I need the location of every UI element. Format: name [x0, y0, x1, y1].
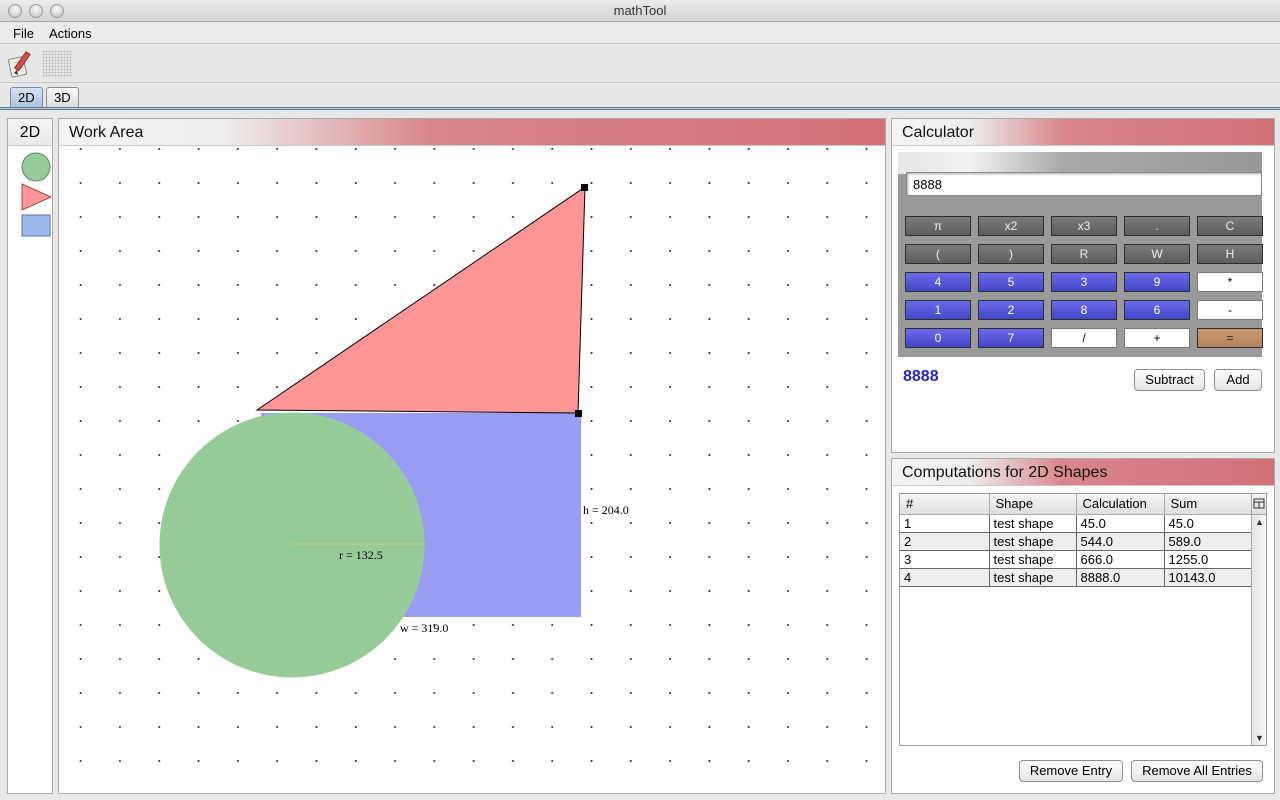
column-header-number[interactable]: # [900, 494, 990, 515]
rectangle-shape-icon[interactable] [21, 213, 53, 239]
column-header-calculation[interactable]: Calculation [1076, 494, 1165, 515]
triangle-shape-icon[interactable] [21, 182, 53, 212]
height-label: h = 204.0 [583, 503, 629, 517]
key-0-button[interactable]: 0 [905, 328, 971, 348]
cell-shape: test shape [989, 532, 1077, 551]
calculator-keypad-area: π x2 x3. C () RWH 4539 * 1286- 07 / + = [898, 152, 1263, 357]
key-4-button[interactable]: 4 [905, 272, 971, 292]
key-radius-button[interactable]: R [1051, 244, 1117, 264]
key-close-paren-button[interactable]: ) [978, 244, 1044, 264]
key-3-button[interactable]: 3 [1051, 272, 1117, 292]
menu-file[interactable]: File [13, 26, 34, 41]
key-multiply-button[interactable]: * [1197, 272, 1263, 292]
cell-shape: test shape [989, 550, 1077, 569]
key-8-button[interactable]: 8 [1051, 300, 1117, 320]
add-button[interactable]: Add [1214, 369, 1262, 391]
table-row[interactable]: 4 test shape 8888.0 10143.0 [900, 568, 1252, 587]
table-row[interactable]: 1 test shape 45.0 45.0 [900, 514, 1252, 533]
key-clear-button[interactable]: C [1197, 216, 1263, 236]
shapes-panel: 2D [7, 118, 53, 794]
width-label: w = 319.0 [400, 621, 448, 635]
computations-table-container: # Shape Calculation Sum 1 test shape 45.… [899, 493, 1267, 746]
remove-all-entries-button[interactable]: Remove All Entries [1131, 760, 1263, 782]
work-area-canvas[interactable]: h = 204.0 w = 319.0 r = 132.5 [59, 147, 885, 793]
minimize-window-button[interactable] [29, 4, 43, 18]
key-pi-button[interactable]: π [905, 216, 971, 236]
calculator-input[interactable] [906, 172, 1262, 196]
remove-entry-button[interactable]: Remove Entry [1019, 760, 1123, 782]
cell-number: 4 [900, 568, 990, 587]
key-width-button[interactable]: W [1124, 244, 1190, 264]
tab-divider [0, 107, 1280, 110]
key-2-button[interactable]: 2 [978, 300, 1044, 320]
tab-3d[interactable]: 3D [46, 87, 79, 108]
cell-sum: 1255.0 [1164, 550, 1252, 569]
column-header-sum[interactable]: Sum [1164, 494, 1252, 515]
triangle-handle-bottom[interactable] [575, 410, 582, 417]
cell-shape: test shape [989, 514, 1077, 533]
scroll-up-icon[interactable]: ▲ [1255, 517, 1264, 527]
cell-number: 1 [900, 514, 990, 533]
cell-number: 3 [900, 550, 990, 569]
drawing-surface: h = 204.0 w = 319.0 r = 132.5 [159, 184, 629, 678]
menu-actions[interactable]: Actions [49, 26, 92, 41]
shapes-panel-title: 2D [8, 119, 52, 146]
computations-panel: Computations for 2D Shapes # Shape Calcu… [891, 458, 1275, 794]
key-1-button[interactable]: 1 [905, 300, 971, 320]
key-open-paren-button[interactable]: ( [905, 244, 971, 264]
column-header-shape[interactable]: Shape [989, 494, 1077, 515]
toolbar [0, 45, 1280, 83]
key-6-button[interactable]: 6 [1124, 300, 1190, 320]
tab-2d[interactable]: 2D [10, 87, 43, 108]
key-5-button[interactable]: 5 [978, 272, 1044, 292]
calculator-panel: Calculator π x2 x3. C () RWH 4539 * 1286- 07 / + = 8… [891, 118, 1275, 453]
calculator-result: 8888 [903, 368, 939, 385]
cell-sum: 10143.0 [1164, 568, 1252, 587]
zoom-window-button[interactable] [50, 4, 64, 18]
cell-shape: test shape [989, 568, 1077, 587]
computations-title: Computations for 2D Shapes [892, 459, 1274, 486]
column-chooser-icon[interactable] [1251, 494, 1266, 515]
key-9-button[interactable]: 9 [1124, 272, 1190, 292]
radius-label: r = 132.5 [339, 548, 383, 562]
table-row[interactable]: 2 test shape 544.0 589.0 [900, 532, 1252, 551]
calculator-title: Calculator [892, 119, 1274, 146]
title-bar: mathTool [0, 0, 1280, 22]
table-header-row: # Shape Calculation Sum [900, 494, 1252, 515]
cell-calculation: 8888.0 [1076, 568, 1165, 587]
key-divide-button[interactable]: / [1051, 328, 1117, 348]
vertical-scrollbar[interactable]: ▲ ▼ [1251, 515, 1266, 745]
circle-shape[interactable] [159, 412, 425, 678]
toolbar-grip [42, 50, 72, 78]
cell-number: 2 [900, 532, 990, 551]
work-area-panel: Work Area h = 204.0 w = 319.0 r = 132.5 [58, 118, 886, 794]
work-area-title: Work Area [59, 119, 885, 146]
circle-shape-icon[interactable] [21, 152, 53, 182]
key-decimal-button[interactable]: . [1124, 216, 1190, 236]
key-equals-button[interactable]: = [1197, 328, 1263, 348]
triangle-handle-top[interactable] [581, 184, 588, 191]
subtract-button[interactable]: Subtract [1134, 369, 1205, 391]
cell-calculation: 544.0 [1076, 532, 1165, 551]
cell-calculation: 666.0 [1076, 550, 1165, 569]
close-window-button[interactable] [8, 4, 22, 18]
key-height-button[interactable]: H [1197, 244, 1263, 264]
key-minus-button[interactable]: - [1197, 300, 1263, 320]
key-cube-button[interactable]: x3 [1051, 216, 1117, 236]
edit-pencil-icon[interactable] [5, 49, 35, 79]
cell-calculation: 45.0 [1076, 514, 1165, 533]
cell-sum: 45.0 [1164, 514, 1252, 533]
computations-table: # Shape Calculation Sum 1 test shape 45.… [900, 494, 1252, 587]
window-title: mathTool [613, 3, 667, 18]
key-square-button[interactable]: x2 [978, 216, 1044, 236]
table-row[interactable]: 3 test shape 666.0 1255.0 [900, 550, 1252, 569]
key-plus-button[interactable]: + [1124, 328, 1190, 348]
scroll-down-icon[interactable]: ▼ [1255, 733, 1264, 743]
key-7-button[interactable]: 7 [978, 328, 1044, 348]
cell-sum: 589.0 [1164, 532, 1252, 551]
menu-bar: File Actions [0, 23, 1280, 44]
triangle-shape[interactable] [255, 186, 586, 414]
